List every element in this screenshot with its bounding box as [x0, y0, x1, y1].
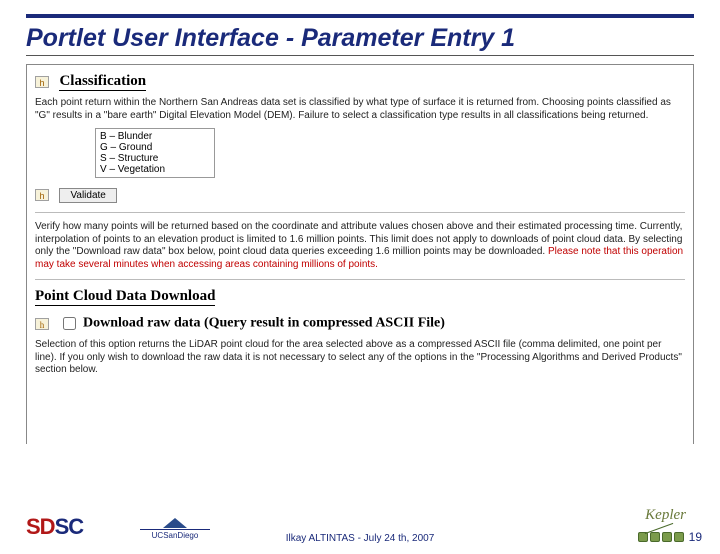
validate-button[interactable]: Validate	[59, 188, 116, 203]
slide-title: Portlet User Interface - Parameter Entry…	[26, 24, 694, 53]
download-description: Selection of this option returns the LiD…	[35, 339, 685, 377]
portlet-screenshot: h Classification Each point return withi…	[26, 64, 694, 444]
download-checkbox-label: Download raw data (Query result in compr…	[83, 316, 445, 331]
download-option-row: h Download raw data (Query result in com…	[35, 314, 685, 333]
list-item[interactable]: B – Blunder	[100, 131, 210, 142]
kepler-logo-text: Kepler	[645, 507, 686, 524]
list-item[interactable]: V – Vegetation	[100, 164, 210, 175]
page-number: 19	[689, 530, 702, 544]
classification-description: Each point return within the Northern Sa…	[35, 97, 685, 122]
classification-heading: Classification	[59, 73, 146, 91]
download-heading-row: Point Cloud Data Download	[35, 288, 685, 306]
download-raw-checkbox[interactable]	[63, 317, 76, 330]
download-heading: Point Cloud Data Download	[35, 288, 215, 306]
help-icon[interactable]: h	[35, 318, 49, 330]
classification-header-row: h Classification	[35, 73, 685, 91]
validate-description: Verify how many points will be returned …	[35, 221, 685, 271]
help-icon[interactable]: h	[35, 189, 49, 201]
footer-center-text: Ilkay ALTINTAS - July 24 th, 2007	[0, 533, 720, 544]
trident-icon	[163, 518, 187, 528]
validate-row: h Validate	[35, 186, 685, 204]
title-underline	[26, 55, 694, 56]
help-icon[interactable]: h	[35, 76, 49, 88]
classification-listbox[interactable]: B – Blunder G – Ground S – Structure V –…	[95, 128, 215, 178]
list-item[interactable]: G – Ground	[100, 142, 210, 153]
list-item[interactable]: S – Structure	[100, 153, 210, 164]
top-rule	[26, 14, 694, 18]
footer: SDSC UCSanDiego Kepler Ilkay ALTINTAS - …	[0, 494, 720, 554]
separator	[35, 279, 685, 280]
separator	[35, 212, 685, 213]
